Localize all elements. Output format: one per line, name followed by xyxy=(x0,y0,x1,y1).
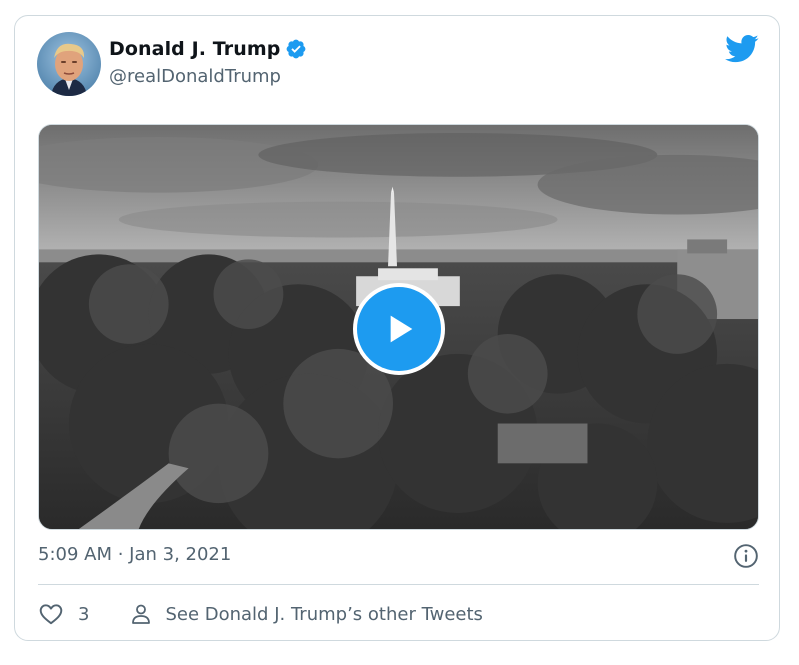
like-count: 3 xyxy=(78,603,90,625)
like-button[interactable]: 3 xyxy=(38,601,89,627)
play-icon xyxy=(390,315,413,343)
author-handle[interactable]: @realDonaldTrump xyxy=(109,66,281,87)
play-button[interactable] xyxy=(353,283,445,375)
see-other-tweets-link[interactable]: See Donald J. Trump’s other Tweets xyxy=(129,602,483,626)
see-other-tweets-label: See Donald J. Trump’s other Tweets xyxy=(165,603,483,625)
author-avatar[interactable] xyxy=(37,32,101,96)
tweet-card: Donald J. Trump @realDonaldTrump 5:09 AM… xyxy=(14,15,780,641)
person-icon xyxy=(132,604,151,624)
info-icon[interactable] xyxy=(733,543,759,569)
heart-icon xyxy=(39,604,63,625)
divider xyxy=(38,584,759,585)
tweet-timestamp[interactable]: 5:09 AM · Jan 3, 2021 xyxy=(38,544,231,565)
twitter-bird-icon[interactable] xyxy=(725,34,759,64)
verified-badge-icon xyxy=(287,39,306,59)
video-thumbnail[interactable] xyxy=(38,124,759,530)
author-name-row[interactable]: Donald J. Trump xyxy=(109,38,307,60)
tweet-actions: 3 See Donald J. Trump’s other Tweets xyxy=(38,596,483,632)
author-name[interactable]: Donald J. Trump xyxy=(109,38,280,60)
